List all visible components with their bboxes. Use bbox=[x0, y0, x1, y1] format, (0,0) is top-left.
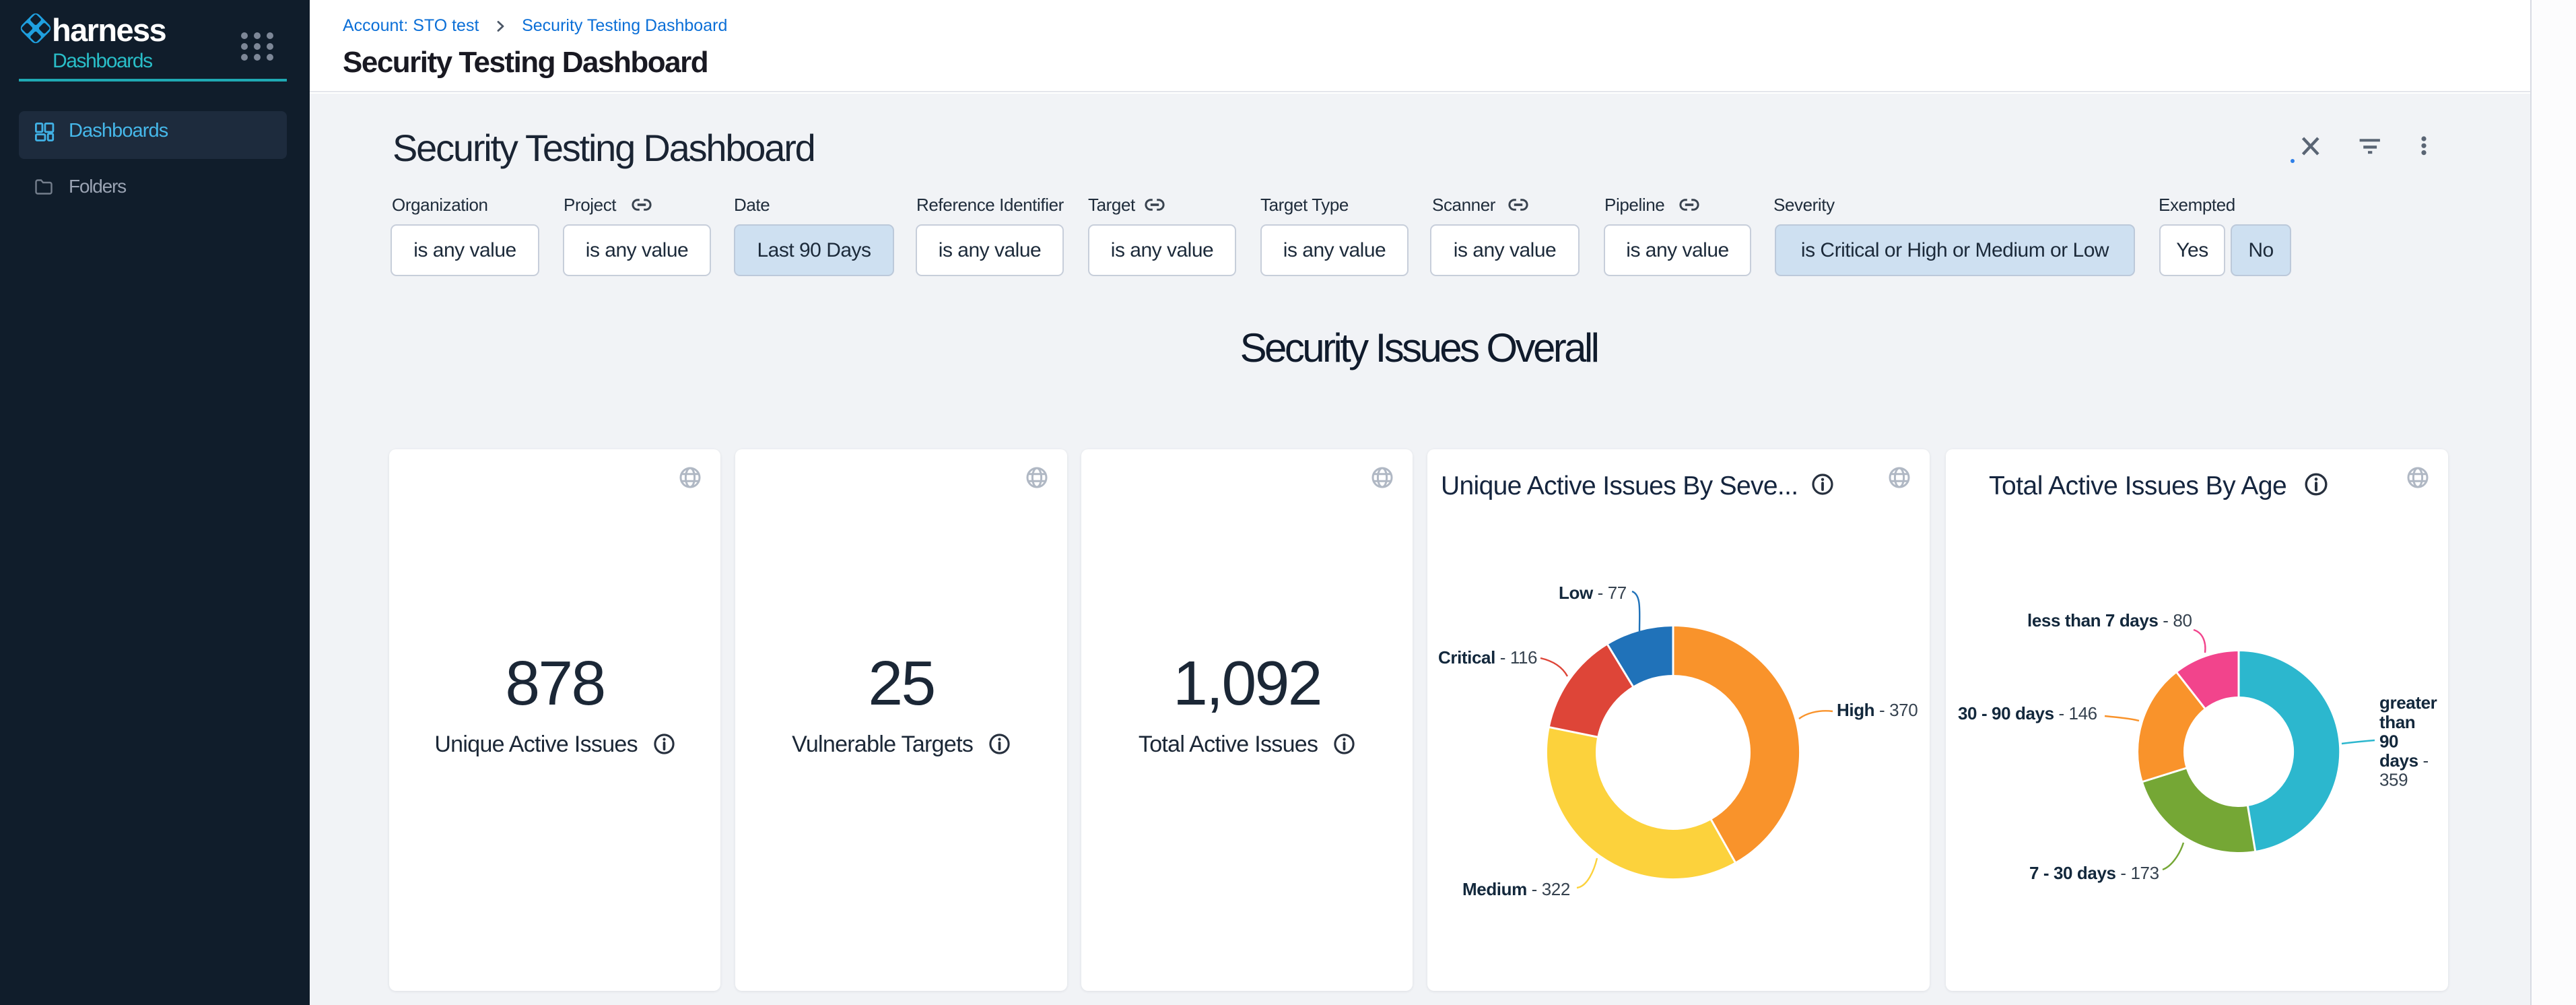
svg-text:High - 370: High - 370 bbox=[1837, 700, 1918, 720]
svg-text:less than 7 days - 80: less than 7 days - 80 bbox=[2027, 610, 2192, 630]
svg-text:359: 359 bbox=[2379, 770, 2408, 790]
svg-text:greater: greater bbox=[2379, 692, 2437, 713]
svg-text:30 - 90 days - 146: 30 - 90 days - 146 bbox=[1958, 703, 2097, 723]
svg-text:90: 90 bbox=[2379, 732, 2398, 752]
svg-text:Critical - 116: Critical - 116 bbox=[1438, 647, 1537, 668]
svg-text:7 - 30 days - 173: 7 - 30 days - 173 bbox=[2029, 863, 2159, 883]
svg-text:than: than bbox=[2379, 712, 2415, 732]
svg-text:Medium - 322: Medium - 322 bbox=[1462, 879, 1570, 899]
svg-text:Low - 77: Low - 77 bbox=[1559, 583, 1627, 603]
svg-text:days -: days - bbox=[2379, 750, 2429, 771]
